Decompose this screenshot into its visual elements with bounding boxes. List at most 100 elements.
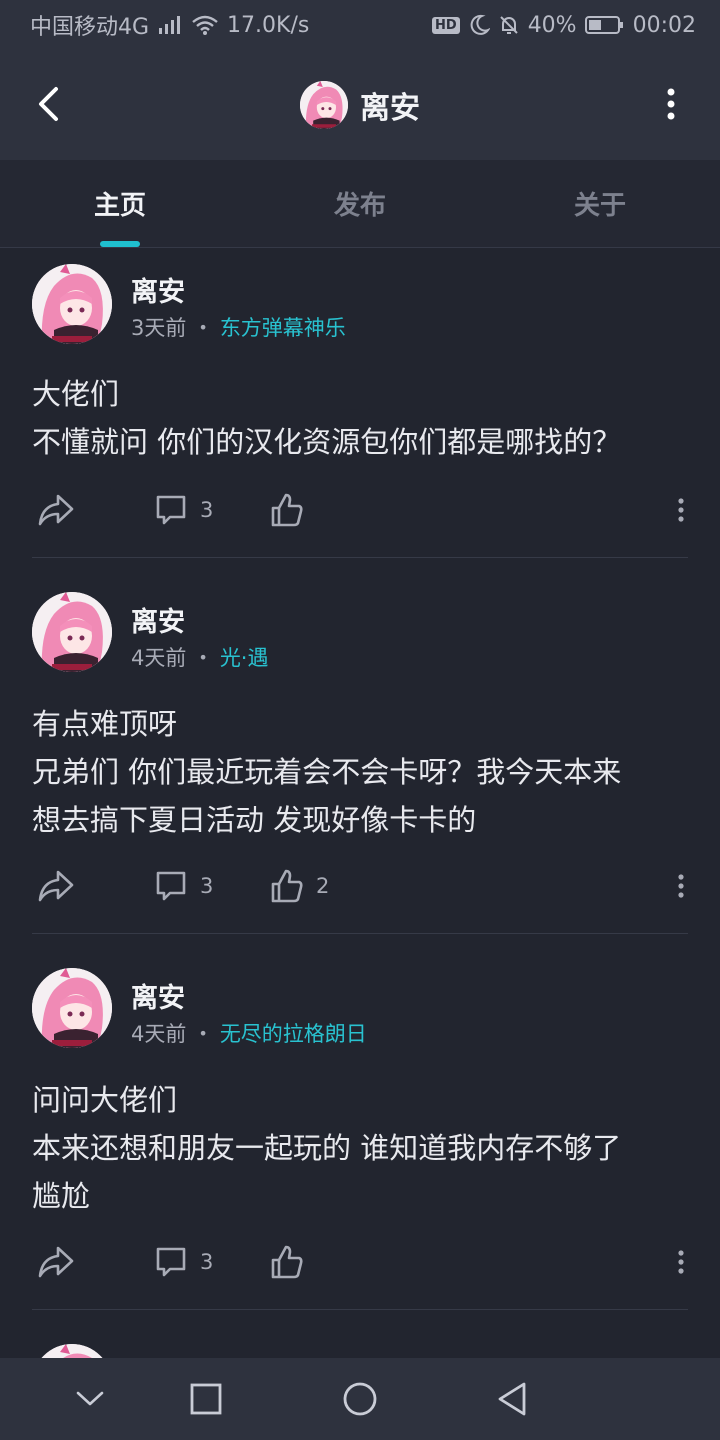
comment-icon (156, 871, 186, 901)
carrier-label: 中国移动4G (30, 15, 150, 40)
share-icon (38, 494, 74, 526)
triangle-back-icon (498, 1382, 526, 1416)
anime-avatar-icon (32, 264, 112, 344)
net-speed: 17.0K/s (227, 12, 310, 38)
post-time: 4天前 (131, 1022, 187, 1046)
like-button[interactable]: 2 (270, 864, 329, 908)
share-button[interactable] (36, 488, 76, 532)
post-line: 尴尬 (32, 1179, 91, 1213)
more-vertical-icon (678, 874, 684, 898)
hd-icon: HD (432, 16, 460, 34)
post-line: 有点难顶呀 (32, 707, 178, 741)
status-bar: 中国移动4G 17.0K/s HD 40% 00:02 (0, 0, 720, 50)
mute-bell-icon (498, 14, 520, 36)
tab-home[interactable]: 主页 (0, 160, 240, 247)
comment-button[interactable]: 3 (154, 864, 213, 908)
nav-hide-button[interactable] (65, 1374, 115, 1424)
post-line: 大佬们 (32, 377, 120, 411)
post-more-button[interactable] (672, 1240, 690, 1284)
post-card[interactable]: 离安 4天前 • 光·遇 有点难顶呀 兄弟们 你们最近玩着会不会卡呀？我今天本来… (0, 558, 720, 934)
page-title: 离安 (360, 91, 420, 126)
post-content[interactable]: 有点难顶呀 兄弟们 你们最近玩着会不会卡呀？我今天本来 想去搞下夏日活动 发现好… (32, 700, 692, 844)
like-button[interactable] (270, 488, 316, 532)
comment-button[interactable]: 3 (154, 1240, 213, 1284)
post-meta: 3天前 • 东方弹幕神乐 (131, 312, 346, 342)
avatar[interactable] (32, 1344, 112, 1358)
chevron-down-icon (76, 1391, 104, 1406)
post-author[interactable]: 离安 (131, 976, 185, 1015)
share-button[interactable] (36, 1240, 76, 1284)
post-meta: 4天前 • 光·遇 (131, 642, 269, 672)
post-content[interactable]: 大佬们 不懂就问 你们的汉化资源包你们都是哪找的？ (32, 370, 692, 466)
post-line: 想去搞下夏日活动 发现好像卡卡的 (32, 803, 477, 837)
post-line: 兄弟们 你们最近玩着会不会卡呀？我今天本来 (32, 755, 622, 789)
comment-count: 3 (200, 1250, 214, 1274)
nav-back-button[interactable] (487, 1374, 537, 1424)
meta-separator: • (198, 317, 208, 337)
profile-tabs: 主页 发布 关于 (0, 160, 720, 248)
nav-home-button[interactable] (335, 1374, 385, 1424)
avatar[interactable] (32, 968, 112, 1048)
anime-avatar-icon (32, 592, 112, 672)
post-card[interactable]: 离安 3天前 • 东方弹幕神乐 大佬们 不懂就问 你们的汉化资源包你们都是哪找的… (0, 248, 720, 558)
anime-avatar-icon (300, 81, 348, 129)
wifi-icon (191, 14, 219, 36)
post-author[interactable]: 离安 (131, 600, 185, 639)
more-vertical-icon (678, 498, 684, 522)
tab-label: 发布 (333, 191, 386, 221)
post-author[interactable]: 离安 (131, 270, 185, 309)
post-time: 4天前 (131, 646, 187, 670)
post-line: 问问大佬们 (32, 1083, 178, 1117)
app-header: 离安 (0, 50, 720, 160)
comment-count: 3 (200, 498, 214, 522)
share-icon (38, 870, 74, 902)
avatar[interactable] (32, 264, 112, 344)
post-card[interactable]: 离安 (0, 1310, 720, 1358)
comment-button[interactable]: 3 (154, 488, 213, 532)
post-line: 不懂就问 你们的汉化资源包你们都是哪找的？ (32, 425, 622, 459)
profile-title: 离安 (300, 81, 420, 129)
post-actions: 3 (0, 488, 720, 532)
comment-count: 3 (200, 874, 214, 898)
avatar[interactable] (32, 592, 112, 672)
like-button[interactable] (270, 1240, 316, 1284)
post-time: 3天前 (131, 316, 187, 340)
post-meta: 4天前 • 无尽的拉格朗日 (131, 1018, 367, 1048)
anime-avatar-icon (32, 968, 112, 1048)
post-line: 本来还想和朋友一起玩的 谁知道我内存不够了 (32, 1131, 622, 1165)
tab-about[interactable]: 关于 (480, 160, 720, 247)
nav-recents-button[interactable] (181, 1374, 231, 1424)
more-options-button[interactable] (656, 82, 686, 126)
battery-percent: 40% (527, 12, 577, 38)
thumbs-up-icon (271, 869, 303, 903)
moon-icon (468, 14, 490, 36)
post-content[interactable]: 问问大佬们 本来还想和朋友一起玩的 谁知道我内存不够了 尴尬 (32, 1076, 692, 1220)
square-icon (190, 1383, 222, 1415)
share-button[interactable] (36, 864, 76, 908)
signal-icon (157, 14, 183, 36)
more-vertical-icon (667, 88, 675, 120)
chevron-left-icon (39, 87, 58, 121)
post-card[interactable]: 离安 4天前 • 无尽的拉格朗日 问问大佬们 本来还想和朋友一起玩的 谁知道我内… (0, 934, 720, 1310)
post-more-button[interactable] (672, 488, 690, 532)
post-actions: 3 2 (0, 864, 720, 908)
meta-separator: • (198, 1023, 208, 1043)
post-topic-link[interactable]: 光·遇 (220, 642, 269, 672)
system-nav-bar (0, 1358, 720, 1440)
tab-posts[interactable]: 发布 (240, 160, 480, 247)
like-count: 2 (316, 874, 330, 898)
share-icon (38, 1246, 74, 1278)
post-more-button[interactable] (672, 864, 690, 908)
anime-avatar-icon (32, 1344, 112, 1358)
more-vertical-icon (678, 1250, 684, 1274)
tab-label: 主页 (93, 191, 146, 221)
avatar (300, 81, 348, 129)
thumbs-up-icon (271, 493, 303, 527)
post-topic-link[interactable]: 无尽的拉格朗日 (220, 1018, 367, 1048)
back-button[interactable] (28, 82, 68, 126)
post-topic-link[interactable]: 东方弹幕神乐 (220, 312, 346, 342)
tab-label: 关于 (573, 191, 626, 221)
clock: 00:02 (632, 12, 696, 38)
post-feed: 离安 3天前 • 东方弹幕神乐 大佬们 不懂就问 你们的汉化资源包你们都是哪找的… (0, 248, 720, 1358)
active-tab-indicator (100, 241, 140, 247)
